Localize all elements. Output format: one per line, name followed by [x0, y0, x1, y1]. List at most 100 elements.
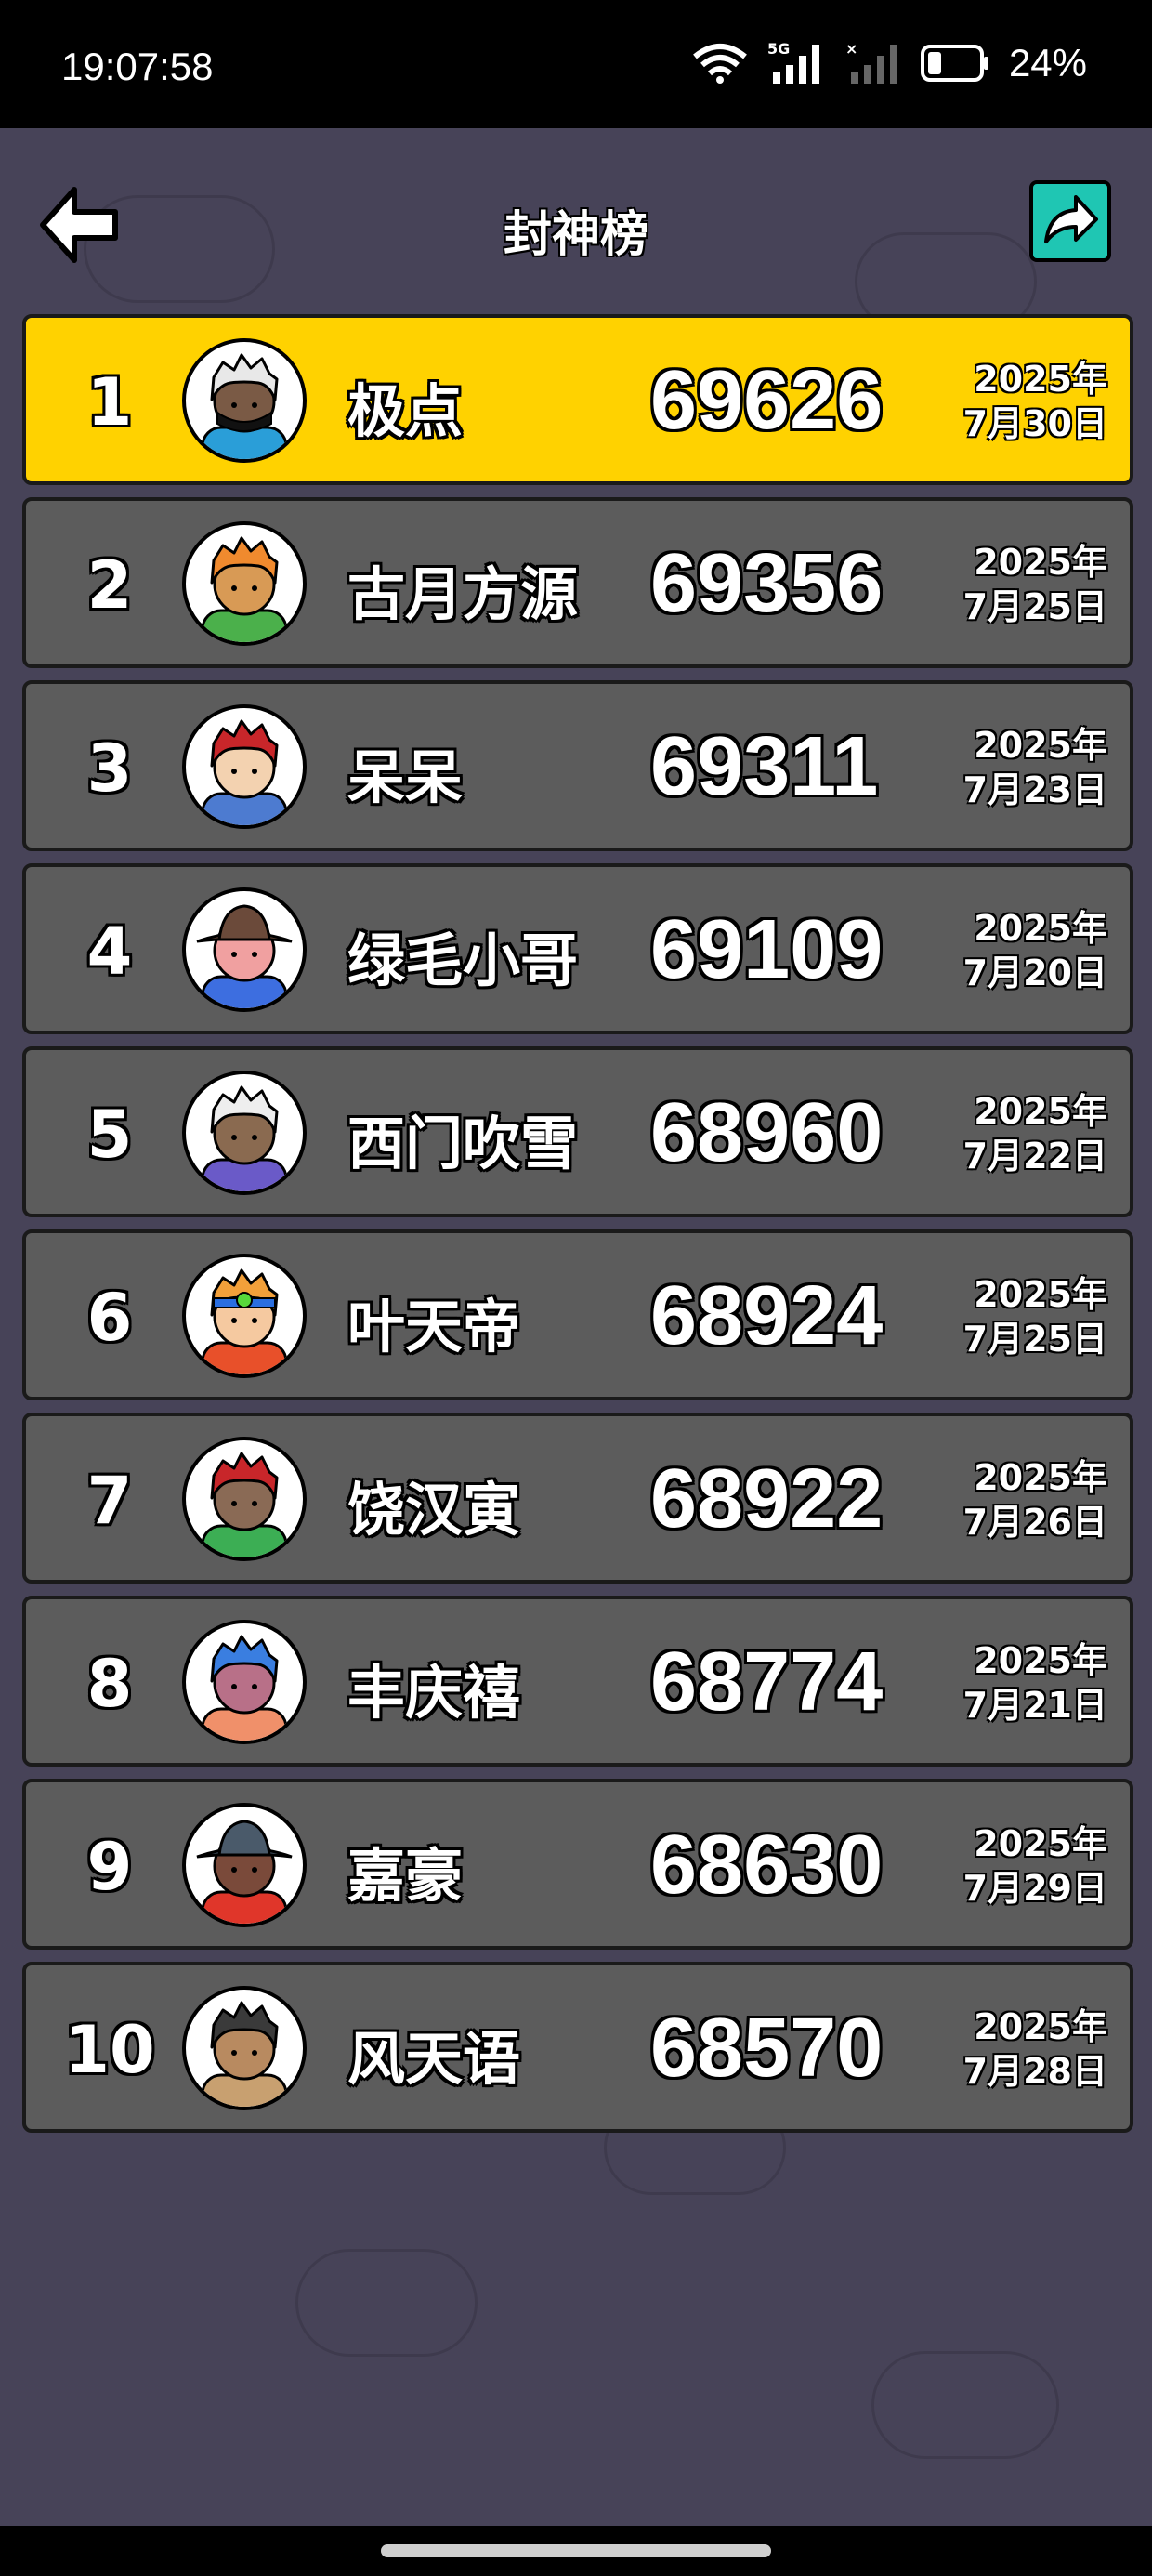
navigation-bar: [0, 2526, 1152, 2576]
score-date-day: 7月21日: [962, 1685, 1107, 1726]
player-name: 古月方源: [347, 560, 579, 628]
battery-icon: [920, 45, 988, 82]
score-date: 2025年 7月28日: [963, 2004, 1107, 2094]
share-icon: [1044, 195, 1098, 243]
rank-number: 6: [86, 1280, 133, 1356]
player-name: 西门吹雪: [347, 1110, 579, 1177]
player-score: 68774: [650, 1636, 884, 1728]
leaderboard-row[interactable]: 7 饶汉寅 68922 2025年 7月26日: [22, 1413, 1133, 1584]
player-name: 极点: [347, 377, 464, 445]
avatar-portrait-icon: [201, 1452, 288, 1557]
score-date: 2025年 7月26日: [963, 1455, 1107, 1544]
leaderboard-row[interactable]: 1 极点 69626 2025年 7月30日: [22, 314, 1133, 485]
player-name: 呆呆: [347, 743, 464, 811]
rank-number: 2: [86, 547, 133, 624]
status-icons: 5G × 24%: [691, 41, 1087, 85]
home-indicator[interactable]: [381, 2544, 771, 2557]
status-bar: 19:07:58 5G × 24%: [0, 0, 1152, 128]
player-score: 69311: [650, 720, 879, 813]
score-date-year: 2025年: [974, 1457, 1107, 1498]
rank-number: 9: [86, 1829, 133, 1905]
player-score: 68924: [650, 1269, 884, 1362]
score-date-year: 2025年: [974, 1274, 1107, 1315]
rank-number: 8: [86, 1646, 133, 1722]
avatar-portrait-icon: [201, 2001, 288, 2107]
player-name: 绿毛小哥: [347, 927, 579, 994]
score-date-year: 2025年: [974, 1640, 1107, 1681]
score-date-year: 2025年: [974, 2006, 1107, 2047]
avatar-portrait-icon: [201, 1085, 288, 1191]
page-title: 封神榜: [503, 207, 648, 263]
player-avatar: [182, 1254, 307, 1378]
score-date-day: 7月20日: [962, 953, 1107, 993]
avatar-portrait-icon: [201, 1635, 288, 1741]
leaderboard-row[interactable]: 5 西门吹雪 68960 2025年 7月22日: [22, 1046, 1133, 1217]
player-avatar: [182, 521, 307, 646]
player-avatar: [182, 1620, 307, 1744]
score-date: 2025年 7月23日: [963, 723, 1107, 812]
score-date: 2025年 7月22日: [963, 1089, 1107, 1178]
background-cloud: [295, 2249, 478, 2357]
player-avatar: [182, 704, 307, 829]
score-date-year: 2025年: [974, 908, 1107, 949]
leaderboard-row[interactable]: 6 叶天帝 68924 2025年 7月25日: [22, 1229, 1133, 1400]
score-date-year: 2025年: [974, 542, 1107, 583]
network-label: 5G: [767, 41, 790, 58]
svg-text:×: ×: [845, 41, 857, 58]
avatar-portrait-icon: [201, 536, 288, 642]
player-score: 69626: [650, 354, 884, 447]
player-name: 嘉豪: [347, 1842, 464, 1910]
leaderboard-row[interactable]: 8 丰庆禧 68774 2025年 7月21日: [22, 1596, 1133, 1767]
score-date: 2025年 7月20日: [963, 906, 1107, 995]
background-cloud: [871, 2351, 1059, 2459]
player-score: 69356: [650, 537, 884, 630]
score-date-day: 7月25日: [962, 1319, 1107, 1360]
player-avatar: [182, 1803, 307, 1927]
avatar-portrait-icon: [201, 353, 288, 459]
rank-number: 10: [64, 2012, 155, 2088]
wifi-icon: [693, 44, 747, 84]
score-date-year: 2025年: [974, 359, 1107, 400]
score-date-day: 7月29日: [962, 1868, 1107, 1909]
player-avatar: [182, 1986, 307, 2110]
player-avatar: [182, 887, 307, 1012]
score-date-year: 2025年: [974, 725, 1107, 766]
score-date: 2025年 7月29日: [963, 1821, 1107, 1911]
score-date-year: 2025年: [974, 1091, 1107, 1132]
score-date-day: 7月28日: [962, 2051, 1107, 2092]
avatar-portrait-icon: [196, 1820, 293, 1924]
player-score: 68570: [650, 2002, 884, 2095]
player-name: 丰庆禧: [347, 1659, 521, 1727]
score-date: 2025年 7月25日: [963, 1272, 1107, 1361]
player-avatar: [182, 1437, 307, 1561]
score-date: 2025年 7月21日: [963, 1638, 1107, 1728]
avatar-portrait-icon: [196, 904, 293, 1008]
player-score: 69109: [650, 903, 884, 996]
status-time: 19:07:58: [61, 45, 214, 88]
score-date-day: 7月26日: [962, 1502, 1107, 1543]
score-date-day: 7月30日: [962, 403, 1107, 444]
score-date-year: 2025年: [974, 1823, 1107, 1864]
player-score: 68922: [650, 1452, 884, 1545]
signal-5g-icon: 5G: [767, 41, 819, 84]
rank-number: 3: [86, 730, 133, 807]
player-avatar: [182, 338, 307, 463]
rank-number: 5: [86, 1097, 133, 1173]
leaderboard-row[interactable]: 10 风天语 68570 2025年 7月28日: [22, 1962, 1133, 2133]
score-date-day: 7月22日: [962, 1136, 1107, 1176]
avatar-portrait-icon: [201, 1268, 288, 1374]
battery-percent: 24%: [1008, 41, 1087, 85]
signal-empty-icon: ×: [845, 41, 897, 84]
leaderboard-row[interactable]: 9 嘉豪 68630 2025年 7月29日: [22, 1779, 1133, 1950]
rank-number: 4: [86, 913, 133, 990]
share-button[interactable]: [1029, 180, 1111, 262]
score-date: 2025年 7月25日: [963, 540, 1107, 629]
score-date-day: 7月25日: [962, 586, 1107, 627]
leaderboard-row[interactable]: 4 绿毛小哥 69109 2025年 7月20日: [22, 863, 1133, 1034]
leaderboard-row[interactable]: 2 古月方源 69356 2025年 7月25日: [22, 497, 1133, 668]
rank-number: 1: [86, 364, 133, 440]
player-name: 叶天帝: [347, 1293, 521, 1360]
leaderboard-row[interactable]: 3 呆呆 69311 2025年 7月23日: [22, 680, 1133, 851]
rank-number: 7: [86, 1463, 133, 1539]
player-avatar: [182, 1071, 307, 1195]
